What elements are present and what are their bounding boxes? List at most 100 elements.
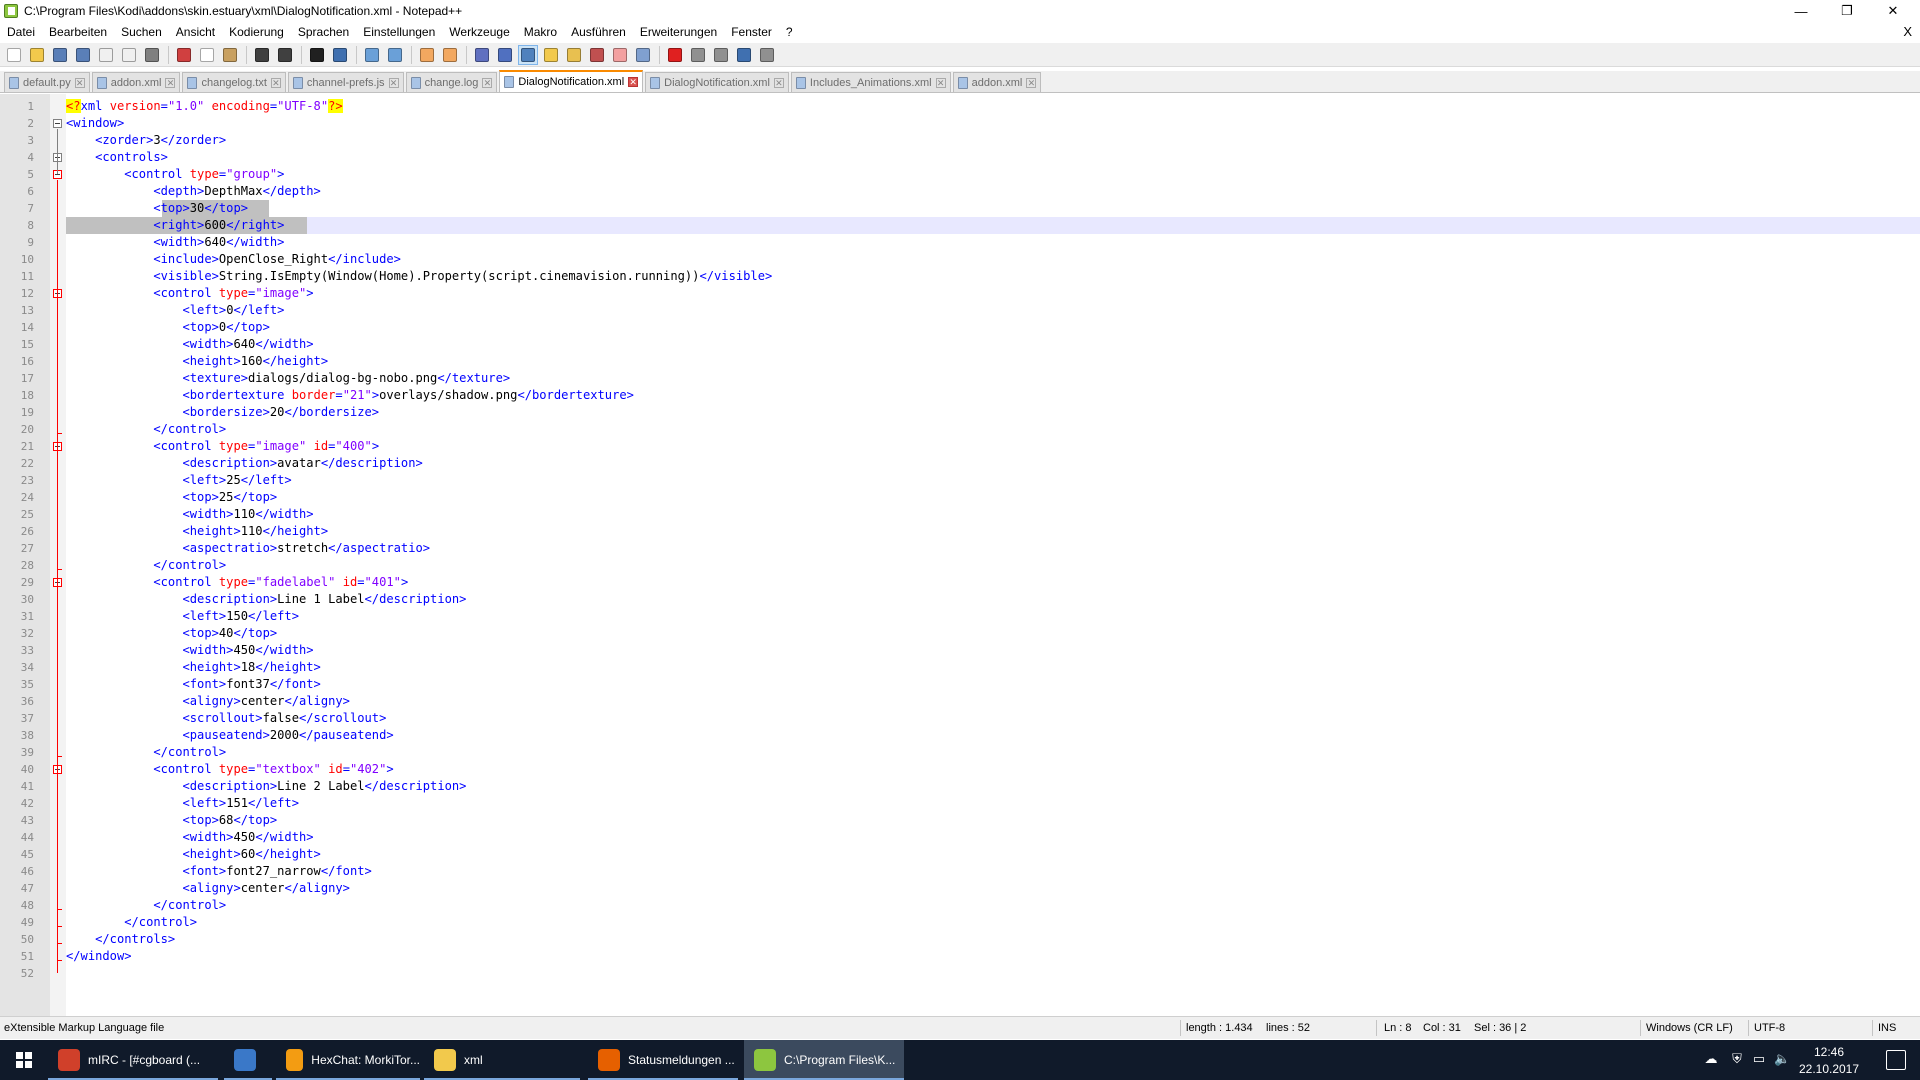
code-line[interactable]: <control type="group"> (66, 166, 284, 183)
code-line[interactable]: </control> (66, 421, 226, 438)
code-line[interactable]: <depth>DepthMax</depth> (66, 183, 320, 200)
code-line[interactable]: <left>151</left> (66, 795, 300, 812)
code-line[interactable]: <include>OpenClose_Right</include> (66, 251, 401, 268)
monitoring-button[interactable] (633, 45, 653, 65)
taskbar-app[interactable]: C:\Program Files\K... (744, 1040, 904, 1080)
find-button[interactable] (307, 45, 327, 65)
code-line[interactable]: <description>Line 2 Label</description> (66, 778, 467, 795)
code-line[interactable]: </control> (66, 557, 226, 574)
macro-run-multiple-button[interactable] (734, 45, 754, 65)
sync-vertical-button[interactable] (417, 45, 437, 65)
open-file-button[interactable] (27, 45, 47, 65)
code-line[interactable]: <height>60</height> (66, 846, 321, 863)
copy-button[interactable] (197, 45, 217, 65)
menu-ausfuehren[interactable]: Ausführen (564, 22, 633, 42)
code-line[interactable]: <zorder>3</zorder> (66, 132, 226, 149)
menu-erweiterungen[interactable]: Erweiterungen (633, 22, 724, 42)
code-line[interactable]: <description>Line 1 Label</description> (66, 591, 467, 608)
menu-werkzeuge[interactable]: Werkzeuge (442, 22, 516, 42)
tab-close-icon[interactable]: ✕ (165, 77, 176, 88)
file-tab[interactable]: channel-prefs.js ✕ (287, 72, 404, 92)
code-line[interactable]: <left>150</left> (66, 608, 300, 625)
code-line[interactable]: <scrollout>false</scrollout> (66, 710, 387, 727)
replace-button[interactable] (330, 45, 350, 65)
code-line[interactable]: <aspectratio>stretch</aspectratio> (66, 540, 431, 557)
close-button[interactable] (96, 45, 116, 65)
file-tab[interactable]: addon.xml ✕ (91, 72, 181, 92)
code-line[interactable]: <left>25</left> (66, 472, 292, 489)
zoom-in-button[interactable] (362, 45, 382, 65)
macro-stop-button[interactable] (688, 45, 708, 65)
clock-date[interactable]: 22.10.2017 (1794, 1062, 1864, 1076)
code-line[interactable]: <font>font27_narrow</font> (66, 863, 372, 880)
file-tab[interactable]: default.py ✕ (4, 72, 90, 92)
code-line[interactable]: <bordersize>20</bordersize> (66, 404, 380, 421)
file-tab[interactable]: Includes_Animations.xml ✕ (790, 72, 951, 92)
title-bar[interactable]: C:\Program Files\Kodi\addons\skin.estuar… (0, 0, 1920, 22)
menu-datei[interactable]: Datei (0, 22, 42, 42)
taskbar-app[interactable]: xml (424, 1040, 580, 1080)
file-tab[interactable]: change.log ✕ (405, 72, 498, 92)
macro-save-button[interactable] (757, 45, 777, 65)
code-line[interactable]: <height>160</height> (66, 353, 329, 370)
tab-close-icon[interactable]: ✕ (935, 77, 946, 88)
code-line[interactable]: </control> (66, 897, 226, 914)
tab-close-icon[interactable]: ✕ (1026, 77, 1037, 88)
indent-guide-button[interactable] (518, 44, 538, 65)
menu-sprachen[interactable]: Sprachen (291, 22, 356, 42)
code-line[interactable]: <pauseatend>2000</pauseatend> (66, 727, 394, 744)
file-tab[interactable]: DialogNotification.xml ✕ (645, 72, 789, 92)
tab-close-icon[interactable]: ✕ (74, 77, 85, 88)
code-line[interactable]: <width>110</width> (66, 506, 314, 523)
code-line[interactable]: <aligny>center</aligny> (66, 880, 350, 897)
undo-button[interactable] (252, 45, 272, 65)
code-line[interactable]: <font>font37</font> (66, 676, 321, 693)
code-line[interactable]: </control> (66, 914, 197, 931)
menu-help[interactable]: ? (779, 22, 800, 42)
status-eol[interactable]: Windows (CR LF) (1642, 1017, 1733, 1039)
maximize-button[interactable]: ❐ (1824, 0, 1870, 22)
code-line[interactable]: <width>450</width> (66, 642, 314, 659)
file-tab[interactable]: changelog.txt ✕ (182, 72, 286, 92)
redo-button[interactable] (275, 45, 295, 65)
clock-time[interactable]: 12:46 (1794, 1045, 1864, 1059)
start-button[interactable] (0, 1040, 48, 1080)
close-all-button[interactable] (119, 45, 139, 65)
file-tab[interactable]: DialogNotification.xml ✕ (499, 70, 644, 92)
menu-suchen[interactable]: Suchen (114, 22, 169, 42)
code-line[interactable]: <height>110</height> (66, 523, 329, 540)
tab-close-icon[interactable]: ✕ (270, 77, 281, 88)
code-line[interactable]: </controls> (66, 931, 175, 948)
menu-einstellungen[interactable]: Einstellungen (356, 22, 442, 42)
word-wrap-button[interactable] (472, 45, 492, 65)
code-line[interactable]: <window> (66, 115, 124, 132)
code-line[interactable]: <description>avatar</description> (66, 455, 423, 472)
menu-ansicht[interactable]: Ansicht (169, 22, 222, 42)
taskbar-app[interactable]: HexChat: MorkiTor... (276, 1040, 420, 1080)
code-line[interactable]: </control> (66, 744, 226, 761)
code-line[interactable]: <aligny>center</aligny> (66, 693, 350, 710)
code-line[interactable]: <width>640</width> (66, 234, 284, 251)
fold-toggle-icon[interactable] (53, 119, 62, 128)
code-line[interactable]: <top>68</top> (66, 812, 278, 829)
minimize-button[interactable]: — (1778, 0, 1824, 22)
code-line[interactable]: <control type="image"> (66, 285, 313, 302)
status-encoding[interactable]: UTF-8 (1750, 1017, 1785, 1039)
paste-button[interactable] (220, 45, 240, 65)
code-line[interactable]: <visible>String.IsEmpty(Window(Home).Pro… (66, 268, 772, 285)
tab-close-icon[interactable]: ✕ (388, 77, 399, 88)
fold-margin[interactable] (50, 94, 66, 1016)
show-all-chars-button[interactable] (495, 45, 515, 65)
code-line[interactable]: <control type="fadelabel" id="401"> (66, 574, 408, 591)
taskbar-app[interactable]: Statusmeldungen ... (588, 1040, 738, 1080)
cut-button[interactable] (174, 45, 194, 65)
close-button[interactable]: ✕ (1870, 0, 1916, 22)
code-line[interactable]: <control type="image" id="400"> (66, 438, 379, 455)
code-line[interactable]: <width>640</width> (66, 336, 314, 353)
defender-icon[interactable]: ⛨ (1730, 1052, 1744, 1066)
code-area[interactable]: <?xml version="1.0" encoding="UTF-8"?> <w… (66, 94, 1920, 1016)
close-document-button[interactable]: X (1903, 22, 1912, 42)
macro-record-button[interactable] (665, 45, 685, 65)
network-icon[interactable]: ▭ (1752, 1052, 1766, 1066)
sync-horizontal-button[interactable] (440, 45, 460, 65)
